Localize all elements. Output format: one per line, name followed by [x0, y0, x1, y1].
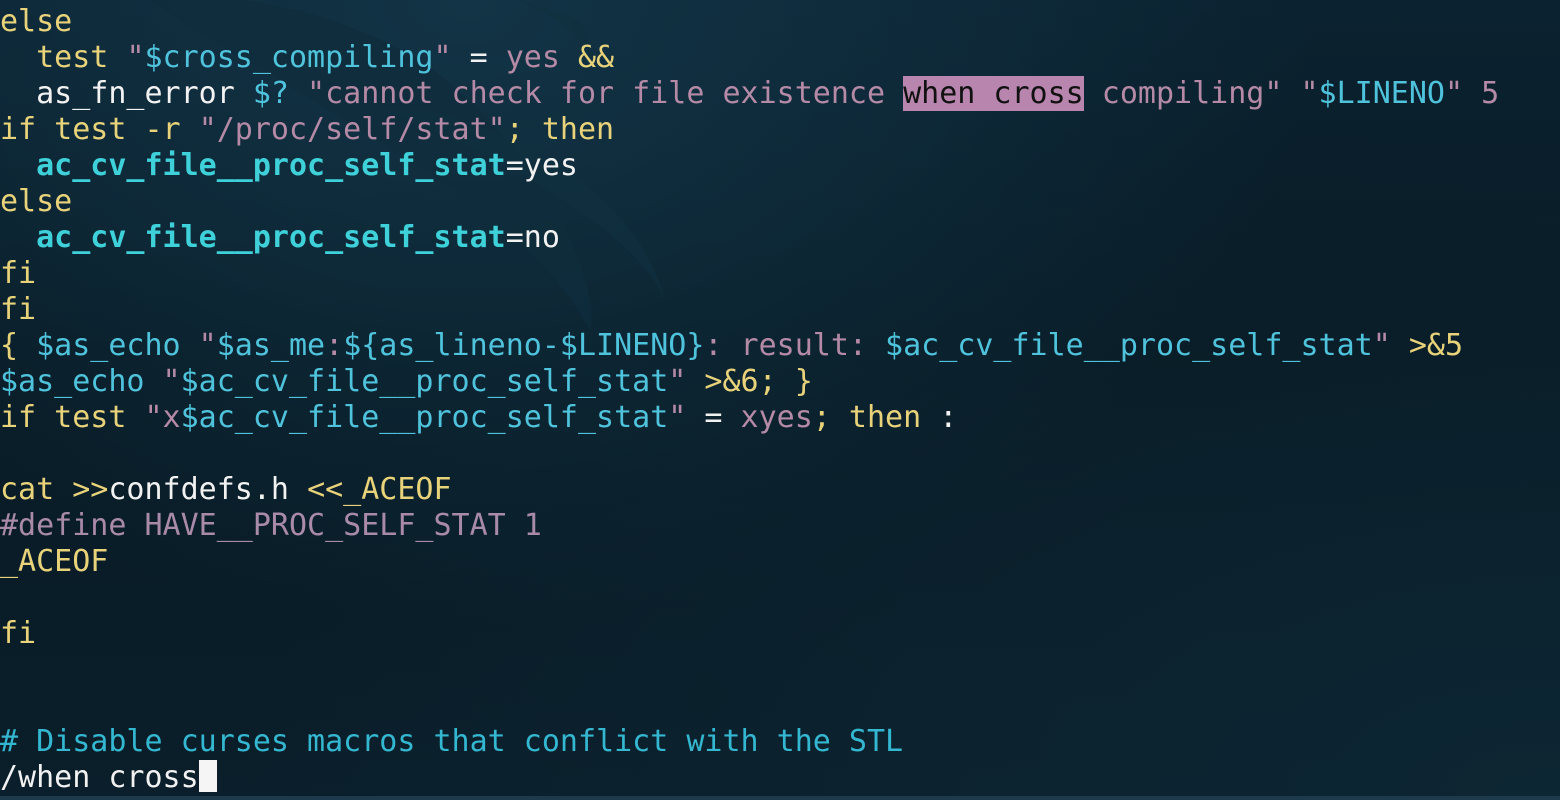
- code-token: ": [668, 364, 687, 399]
- code-token: else: [0, 184, 73, 219]
- terminal-window[interactable]: else test "$cross_compiling" = yes && as…: [0, 0, 1560, 800]
- code-token: else: [0, 4, 73, 39]
- code-line: _ACEOF: [0, 544, 1499, 580]
- code-line: ac_cv_file__proc_self_stat=no: [0, 220, 1499, 256]
- search-command-line[interactable]: /when cross: [0, 760, 217, 796]
- code-token: xyes: [740, 400, 813, 435]
- code-token: $as_me: [216, 328, 326, 363]
- code-token: ": [433, 40, 452, 75]
- code-line: fi: [0, 292, 1499, 328]
- code-token: confdefs.h: [108, 472, 308, 507]
- code-token: fi: [0, 292, 37, 327]
- code-line: $as_echo "$ac_cv_file__proc_self_stat" >…: [0, 364, 1499, 400]
- code-line: ac_cv_file__proc_self_stat=yes: [0, 148, 1499, 184]
- terminal-bottom-edge: [0, 796, 1560, 800]
- code-token: &&: [559, 40, 615, 75]
- code-line: if test "x$ac_cv_file__proc_self_stat" =…: [0, 400, 1499, 436]
- code-token: fi: [0, 256, 37, 291]
- code-token: ac_cv_file__proc_self_stat: [36, 148, 506, 183]
- text-cursor: [198, 760, 217, 792]
- code-line: else: [0, 184, 1499, 220]
- code-token: ": [1282, 76, 1319, 111]
- code-token: =yes: [505, 148, 578, 183]
- code-token: if test: [0, 400, 145, 435]
- code-token: $LINENO: [1318, 76, 1445, 111]
- code-token: $ac_cv_file__proc_self_stat: [180, 364, 669, 399]
- code-token: "cannot check for file existence: [289, 76, 904, 111]
- code-line: # Disable curses macros that conflict wi…: [0, 724, 1499, 760]
- code-line: if test -r "/proc/self/stat"; then: [0, 112, 1499, 148]
- code-token: yes: [505, 40, 560, 75]
- code-line: else: [0, 4, 1499, 40]
- code-token: "x: [144, 400, 181, 435]
- code-line: as_fn_error $? "cannot check for file ex…: [0, 76, 1499, 112]
- code-token: $?: [252, 76, 289, 111]
- code-token: =no: [505, 220, 560, 255]
- code-token: ": [126, 40, 145, 75]
- code-token: $cross_compiling: [144, 40, 434, 75]
- code-token: $as_echo: [36, 328, 181, 363]
- code-token: ; then: [812, 400, 922, 435]
- code-token: fi: [0, 616, 37, 651]
- code-token: $ac_cv_file__proc_self_stat: [180, 400, 669, 435]
- code-token: {: [0, 328, 37, 363]
- search-query-text: /when cross: [0, 760, 199, 795]
- code-token: >>: [72, 472, 109, 507]
- code-token: ": [144, 364, 181, 399]
- code-token: as_fn_error: [0, 76, 253, 111]
- code-line: #define HAVE__PROC_SELF_STAT 1: [0, 508, 1499, 544]
- code-token: ${as_lineno-$LINENO}: [343, 328, 705, 363]
- code-token: _ACEOF: [0, 544, 109, 579]
- code-token: ": [668, 400, 687, 435]
- code-token: :: [921, 400, 958, 435]
- code-token: <<_ACEOF: [307, 472, 452, 507]
- code-line: { $as_echo "$as_me:${as_lineno-$LINENO}:…: [0, 328, 1499, 364]
- code-token: ac_cv_file__proc_self_stat: [36, 220, 506, 255]
- code-token: cat: [0, 472, 73, 507]
- code-token: =: [451, 40, 506, 75]
- code-token: :: [325, 328, 344, 363]
- code-token: test: [0, 40, 127, 75]
- code-token: =: [686, 400, 741, 435]
- code-token: 5: [1463, 76, 1500, 111]
- code-token: >&6; }: [686, 364, 813, 399]
- code-token: compiling": [1083, 76, 1283, 111]
- code-buffer[interactable]: else test "$cross_compiling" = yes && as…: [0, 4, 1499, 760]
- code-token: : result:: [704, 328, 886, 363]
- code-token: ; then: [505, 112, 615, 147]
- code-token: ": [1372, 328, 1391, 363]
- code-token: ": [180, 328, 217, 363]
- code-line: fi: [0, 616, 1499, 652]
- code-token: # Disable curses macros that conflict wi…: [0, 724, 904, 759]
- code-token: #define HAVE__PROC_SELF_STAT 1: [0, 508, 542, 543]
- code-line: cat >>confdefs.h <<_ACEOF: [0, 472, 1499, 508]
- code-line: test "$cross_compiling" = yes &&: [0, 40, 1499, 76]
- code-token: >&5: [1390, 328, 1464, 363]
- code-token: if test -r: [0, 112, 199, 147]
- code-token: $ac_cv_file__proc_self_stat: [885, 328, 1373, 363]
- code-token: "/proc/self/stat": [198, 112, 506, 147]
- code-token: ": [1444, 76, 1464, 111]
- code-line: fi: [0, 256, 1499, 292]
- code-token: $as_echo: [0, 364, 145, 399]
- search-match-highlight: when cross: [903, 76, 1084, 111]
